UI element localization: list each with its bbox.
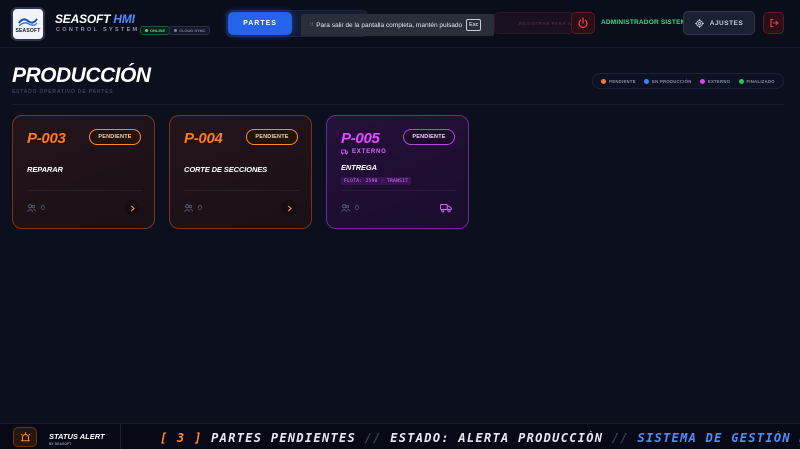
online-dot-icon bbox=[145, 29, 148, 32]
ticker-pending: PARTES PENDIENTES bbox=[211, 431, 357, 445]
legend-item-en-produccion: EN PRODUCCIÓN bbox=[644, 78, 692, 84]
card-divider bbox=[27, 190, 142, 191]
card-dispatch-button[interactable] bbox=[439, 202, 453, 214]
status-alert-byline: BY SEASOFT bbox=[49, 442, 72, 446]
status-alert-title: STATUS ALERT bbox=[49, 432, 105, 441]
brand-accent: HMI bbox=[113, 12, 135, 26]
card-divider bbox=[184, 190, 299, 191]
seasoft-logo: SEASOFT bbox=[11, 7, 45, 41]
toast-text: Para salir de la pantalla completa, mant… bbox=[316, 21, 463, 29]
status-badge: PENDIENTE bbox=[246, 129, 298, 145]
fleet-tag: FLOTA: 2598 - TRANSIT bbox=[341, 177, 412, 185]
finished-dot-icon bbox=[738, 78, 744, 84]
footer-divider bbox=[120, 424, 121, 449]
people-count: 0 bbox=[41, 204, 45, 212]
legend-label: EN PRODUCCIÓN bbox=[652, 78, 692, 84]
register-button[interactable]: REGISTRAR PARA AVISO bbox=[494, 12, 574, 34]
card-divider bbox=[341, 190, 456, 191]
tab-partes[interactable]: PARTES bbox=[228, 12, 292, 35]
external-dot-icon bbox=[699, 78, 705, 84]
chevron-right-icon bbox=[130, 205, 135, 211]
page-subtitle: ESTADO OPERATIVO DE PARTES bbox=[12, 89, 114, 95]
logout-button[interactable] bbox=[763, 12, 784, 34]
card-id: P-005 bbox=[341, 130, 380, 147]
cloud-sync-badge: CLOUD SYNC bbox=[169, 26, 211, 35]
legend-item-finalizado: FINALIZADO bbox=[738, 78, 775, 84]
sync-label: CLOUD SYNC bbox=[179, 28, 206, 33]
esc-key: Esc bbox=[466, 19, 482, 31]
truck-icon bbox=[440, 204, 452, 213]
logout-icon bbox=[770, 19, 779, 27]
top-bar: SEASOFT SEASOFT HMI CONTROL SYSTEM ONLIN… bbox=[0, 0, 800, 48]
settings-label: AJUSTES bbox=[709, 19, 744, 27]
online-label: ONLINE bbox=[150, 28, 166, 33]
card-people: 0 bbox=[27, 204, 45, 212]
card-people: 0 bbox=[341, 204, 359, 212]
card-open-button[interactable] bbox=[281, 200, 297, 216]
alarm-icon bbox=[20, 431, 30, 441]
part-card-p005[interactable]: P-005 PENDIENTE EXTERNO ENTREGA FLOTA: 2… bbox=[326, 115, 469, 229]
legend-label: FINALIZADO bbox=[746, 78, 775, 84]
gear-icon bbox=[694, 18, 704, 28]
settings-button[interactable]: AJUSTES bbox=[683, 11, 755, 35]
legend-label: EXTERNO bbox=[707, 78, 731, 84]
status-ticker: [ 3 ] PARTES PENDIENTES // ESTADO: ALERT… bbox=[160, 431, 800, 445]
status-legend: PENDIENTE EN PRODUCCIÓN EXTERNO FINALIZA… bbox=[592, 73, 784, 89]
card-open-button[interactable] bbox=[124, 200, 140, 216]
wave-logo-icon bbox=[18, 17, 38, 27]
chevron-right-icon bbox=[287, 205, 292, 211]
admin-label: ADMINISTRADOR SISTEMA bbox=[601, 19, 692, 26]
part-card-p003[interactable]: P-003 PENDIENTE REPARAR 0 bbox=[12, 115, 155, 229]
ticker-separator: // bbox=[364, 431, 382, 445]
ticker-system: SISTEMA DE GESTIÓN D bbox=[637, 431, 800, 445]
status-badge: PENDIENTE bbox=[403, 129, 455, 145]
ticker-state: ESTADO: ALERTA PRODUCCIÓN bbox=[390, 431, 604, 445]
users-icon bbox=[184, 204, 193, 212]
legend-item-pendiente: PENDIENTE bbox=[601, 78, 636, 84]
external-tag-label: EXTERNO bbox=[352, 149, 387, 155]
ticker-separator: // bbox=[611, 431, 629, 445]
part-card-p004[interactable]: P-004 PENDIENTE CORTE DE SECCIONES 0 bbox=[169, 115, 312, 229]
people-count: 0 bbox=[355, 204, 359, 212]
status-footer: STATUS ALERT BY SEASOFT [ 3 ] PARTES PEN… bbox=[0, 423, 800, 449]
legend-label: PENDIENTE bbox=[609, 78, 636, 84]
power-button[interactable] bbox=[571, 12, 595, 34]
production-dot-icon bbox=[644, 78, 650, 84]
users-icon bbox=[341, 204, 350, 212]
online-badge: ONLINE bbox=[140, 26, 171, 35]
fullscreen-toast: ⁝⁝ Para salir de la pantalla completa, m… bbox=[301, 14, 494, 36]
card-task: CORTE DE SECCIONES bbox=[184, 165, 268, 174]
sync-dot-icon bbox=[174, 29, 177, 32]
logo-text: SEASOFT bbox=[15, 27, 41, 34]
legend-item-externo: EXTERNO bbox=[699, 78, 731, 84]
brand-title: SEASOFT HMI bbox=[55, 12, 135, 26]
brand-subtitle: CONTROL SYSTEM bbox=[56, 27, 140, 33]
card-id: P-003 bbox=[27, 130, 66, 147]
header-divider bbox=[12, 104, 784, 105]
pending-dot-icon bbox=[601, 78, 607, 84]
card-task: ENTREGA bbox=[341, 163, 377, 172]
card-id: P-004 bbox=[184, 130, 223, 147]
users-icon bbox=[27, 204, 36, 212]
brand-main: SEASOFT bbox=[55, 12, 111, 26]
ticker-count: [ 3 ] bbox=[160, 431, 203, 445]
status-badge: PENDIENTE bbox=[89, 129, 141, 145]
people-count: 0 bbox=[198, 204, 202, 212]
page-title: PRODUCCIÓN bbox=[12, 64, 151, 87]
power-icon bbox=[578, 17, 588, 28]
card-task: REPARAR bbox=[27, 165, 63, 174]
info-icon: ⁝⁝ bbox=[310, 22, 314, 28]
alert-button[interactable] bbox=[13, 427, 37, 447]
card-people: 0 bbox=[184, 204, 202, 212]
truck-icon bbox=[341, 149, 348, 155]
external-tag: EXTERNO bbox=[341, 149, 387, 155]
